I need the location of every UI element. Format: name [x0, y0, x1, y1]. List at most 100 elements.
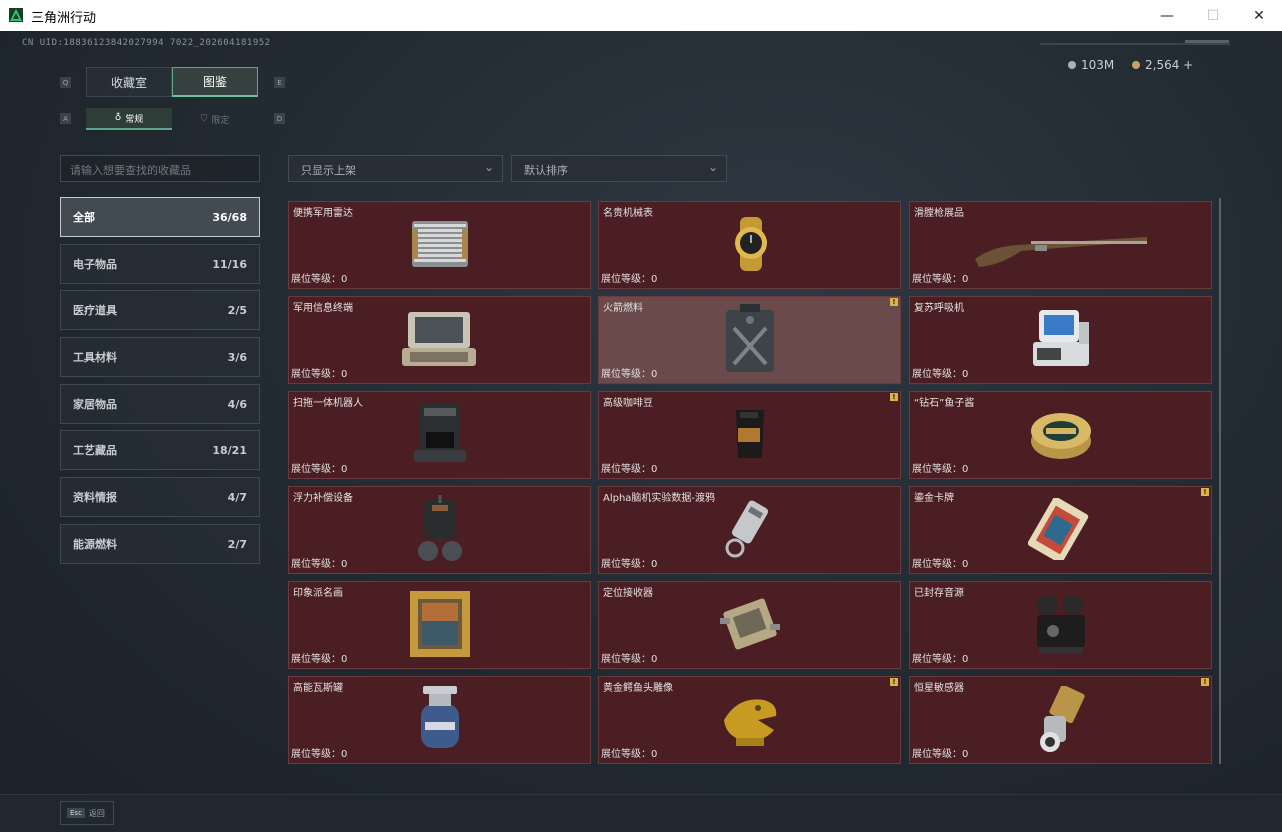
collection-item-card[interactable]: 高级咖啡豆 展位等级：0! — [598, 391, 901, 479]
item-name: 便携军用雷达 — [293, 208, 353, 219]
category-label: 家居物品 — [73, 398, 117, 411]
game-area: CN UID:18836123842027994 7022_2026041819… — [0, 31, 1282, 832]
collection-item-card[interactable]: 滑膛枪展品 展位等级：0 — [909, 201, 1212, 289]
collection-item-card[interactable]: 已封存音源展位等级：0 — [909, 581, 1212, 669]
terminal-icon — [400, 308, 480, 374]
subtab-next-key: D — [274, 113, 285, 124]
collection-item-card[interactable]: 火箭燃料展位等级：0! — [598, 296, 901, 384]
category-electronics[interactable]: 电子物品 11/16 — [60, 244, 260, 284]
new-badge-icon: ! — [890, 298, 898, 306]
grid-scrollbar[interactable] — [1219, 198, 1221, 764]
item-level: 展位等级：0 — [601, 654, 658, 665]
collection-item-card[interactable]: 军用信息终端 展位等级：0 — [288, 296, 591, 384]
uid-label: CN UID:18836123842027994 7022_2026041819… — [22, 38, 271, 48]
item-level: 展位等级：0 — [912, 654, 969, 665]
silver-coin-icon — [1068, 61, 1076, 69]
shelf-filter-dropdown[interactable]: 只显示上架 ⌄ — [288, 155, 503, 182]
item-name: Alpha脑机实验数据-渡鸦 — [603, 493, 716, 504]
category-energy[interactable]: 能源燃料 2/7 — [60, 524, 260, 564]
data-drive-icon — [719, 498, 781, 564]
top-indicator — [1185, 40, 1229, 43]
item-name: 浮力补偿设备 — [293, 493, 353, 504]
category-count: 2/5 — [227, 303, 247, 317]
collection-item-card[interactable]: 扫拖一体机器人 展位等级：0 — [288, 391, 591, 479]
item-name: 扫拖一体机器人 — [293, 398, 363, 409]
item-name: 定位接收器 — [603, 588, 653, 599]
item-name: 火箭燃料 — [603, 303, 643, 314]
new-badge-icon: ! — [890, 678, 898, 686]
item-name: 已封存音源 — [914, 588, 964, 599]
category-label: 医疗道具 — [73, 304, 117, 317]
currency-gold-value: 2,564 + — [1145, 58, 1194, 72]
category-count: 3/6 — [227, 350, 247, 364]
currency-gold[interactable]: 2,564 + — [1132, 58, 1193, 72]
item-name: 高级咖啡豆 — [603, 398, 653, 409]
item-name: 名贵机械表 — [603, 208, 653, 219]
item-level: 展位等级：0 — [912, 749, 969, 760]
limited-icon: ⛉ — [200, 114, 208, 124]
collection-item-card[interactable]: 名贵机械表展位等级：0 — [598, 201, 901, 289]
tab-collection-room[interactable]: 收藏室 — [86, 67, 172, 97]
item-level: 展位等级：0 — [291, 559, 348, 570]
collection-item-card[interactable]: 定位接收器展位等级：0 — [598, 581, 901, 669]
collection-item-card[interactable]: Alpha脑机实验数据-渡鸦 展位等级：0 — [598, 486, 901, 574]
watch-icon — [722, 215, 778, 277]
tab-next-key: E — [274, 77, 285, 88]
subtab-regular-label: 常规 — [125, 114, 144, 125]
item-level: 展位等级：0 — [291, 369, 348, 380]
item-level: 展位等级：0 — [601, 369, 658, 380]
item-name: 复苏呼吸机 — [914, 303, 964, 314]
bottom-bar: Esc 返回 — [0, 794, 1282, 832]
new-badge-icon: ! — [1201, 678, 1209, 686]
item-level: 展位等级：0 — [291, 654, 348, 665]
subtab-regular[interactable]: ♁ 常规 — [86, 108, 172, 130]
subtab-limited[interactable]: ⛉ 限定 — [172, 108, 258, 130]
category-count: 11/16 — [212, 257, 247, 271]
close-button[interactable]: ✕ — [1236, 0, 1282, 31]
search-input[interactable]: 请输入想要查找的收藏品 — [60, 155, 260, 182]
new-badge-icon: ! — [890, 393, 898, 401]
category-count: 36/68 — [212, 210, 247, 224]
maximize-button[interactable]: ☐ — [1190, 0, 1236, 31]
collection-item-card[interactable]: 黄金鳄鱼头雕像 展位等级：0! — [598, 676, 901, 764]
chevron-down-icon: ⌄ — [483, 160, 494, 174]
item-level: 展位等级：0 — [291, 749, 348, 760]
item-level: 展位等级：0 — [601, 274, 658, 285]
category-count: 2/7 — [227, 537, 247, 551]
croc-statue-icon — [718, 690, 782, 752]
category-tools[interactable]: 工具材料 3/6 — [60, 337, 260, 377]
esc-key: Esc — [67, 808, 85, 818]
sort-label: 默认排序 — [524, 164, 568, 177]
item-name: 军用信息终端 — [293, 303, 353, 314]
category-label: 能源燃料 — [73, 538, 117, 551]
star-sensor-icon — [1030, 684, 1092, 756]
collection-item-card[interactable]: “钻石”鱼子酱 展位等级：0 — [909, 391, 1212, 479]
collection-item-card[interactable]: 鎏金卡牌 展位等级：0! — [909, 486, 1212, 574]
item-level: 展位等级：0 — [912, 559, 969, 570]
category-household[interactable]: 家居物品 4/6 — [60, 384, 260, 424]
currency-silver-value: 103M — [1081, 58, 1115, 72]
item-name: “钻石”鱼子酱 — [914, 398, 975, 409]
currency-silver: 103M — [1068, 58, 1114, 72]
category-intel[interactable]: 资料情报 4/7 — [60, 477, 260, 517]
musket-icon — [971, 219, 1151, 273]
collection-item-card[interactable]: 便携军用雷达 展位等级：0 — [288, 201, 591, 289]
collection-item-card[interactable]: 印象派名画 展位等级：0 — [288, 581, 591, 669]
category-label: 资料情报 — [73, 491, 117, 504]
item-name: 高能瓦斯罐 — [293, 683, 343, 694]
collection-item-card[interactable]: 浮力补偿设备 展位等级：0 — [288, 486, 591, 574]
collection-item-card[interactable]: 复苏呼吸机 展位等级：0 — [909, 296, 1212, 384]
radar-icon — [408, 215, 472, 277]
collection-item-card[interactable]: 恒星敏感器 展位等级：0! — [909, 676, 1212, 764]
gas-tank-icon — [417, 686, 463, 756]
regular-icon: ♁ — [114, 113, 122, 123]
category-medical[interactable]: 医疗道具 2/5 — [60, 290, 260, 330]
back-button[interactable]: Esc 返回 — [60, 801, 114, 825]
collection-item-card[interactable]: 高能瓦斯罐展位等级：0 — [288, 676, 591, 764]
minimize-button[interactable]: — — [1144, 0, 1190, 31]
sort-dropdown[interactable]: 默认排序 ⌄ — [511, 155, 727, 182]
tab-catalog[interactable]: 图鉴 — [172, 67, 258, 97]
category-all[interactable]: 全部 36/68 — [60, 197, 260, 237]
category-crafts[interactable]: 工艺藏品 18/21 — [60, 430, 260, 470]
category-label: 工具材料 — [73, 351, 117, 364]
